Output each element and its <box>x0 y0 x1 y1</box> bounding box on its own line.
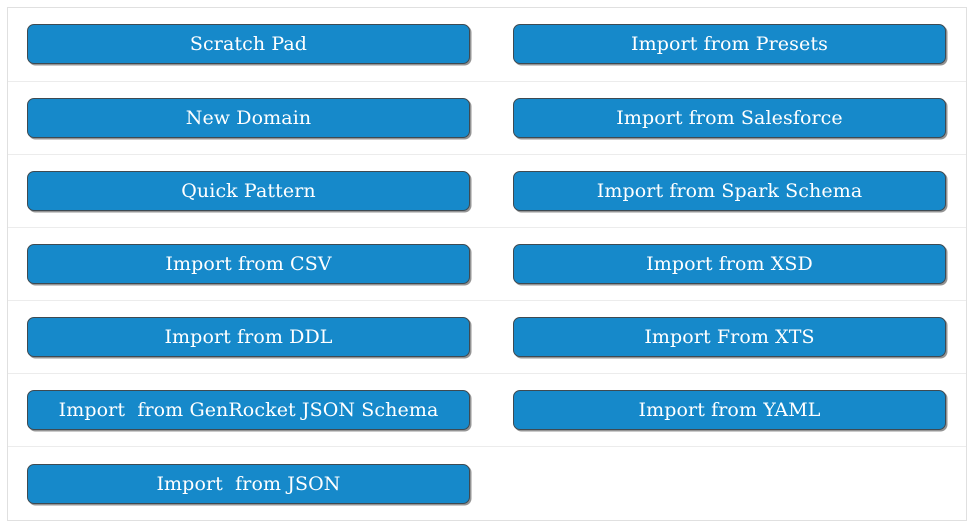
import-from-salesforce-button[interactable]: Import from Salesforce <box>513 97 946 138</box>
cell-inner: Import from Salesforce <box>487 97 966 138</box>
table-row: Import from DDL Import From XTS <box>8 300 966 375</box>
import-from-csv-button[interactable]: Import from CSV <box>27 243 470 284</box>
table-row: Scratch Pad Import from Presets <box>8 8 966 82</box>
grid-cell-left: Quick Pattern <box>8 154 487 228</box>
table-row: Quick Pattern Import from Spark Schema <box>8 154 966 228</box>
cell-inner <box>487 464 966 504</box>
grid-cell-left: Scratch Pad <box>8 8 487 82</box>
import-from-spark-schema-button[interactable]: Import from Spark Schema <box>513 170 946 211</box>
table-row: Import from GenRocket JSON Schema Import… <box>8 373 966 448</box>
import-from-yaml-button[interactable]: Import from YAML <box>513 390 946 431</box>
scratch-pad-button[interactable]: Scratch Pad <box>27 24 470 65</box>
import-from-xts-button[interactable]: Import From XTS <box>513 317 946 358</box>
cell-inner: Import from Presets <box>487 24 966 65</box>
cell-inner: Import from JSON <box>8 463 487 504</box>
grid-cell-right: Import from Presets <box>487 8 966 82</box>
action-button-panel: Scratch Pad Import from Presets New Doma… <box>7 7 967 521</box>
grid-cell-right: Import from Spark Schema <box>487 154 966 228</box>
grid-cell-right: Import from XSD <box>487 227 966 302</box>
action-button-grid: Scratch Pad Import from Presets New Doma… <box>8 8 966 520</box>
cell-inner: Import from YAML <box>487 390 966 431</box>
cell-inner: Import from XSD <box>487 243 966 284</box>
quick-pattern-button[interactable]: Quick Pattern <box>27 170 470 211</box>
new-domain-button[interactable]: New Domain <box>27 97 470 138</box>
cell-inner: Quick Pattern <box>8 170 487 211</box>
cell-inner: Import from CSV <box>8 243 487 284</box>
table-row: Import from CSV Import from XSD <box>8 227 966 302</box>
cell-inner: Import from GenRocket JSON Schema <box>8 390 487 431</box>
grid-cell-left: Import from CSV <box>8 227 487 302</box>
cell-inner: Import from DDL <box>8 317 487 358</box>
grid-cell-right-empty <box>487 447 966 520</box>
grid-cell-left: Import from JSON <box>8 447 487 520</box>
page-root: Scratch Pad Import from Presets New Doma… <box>0 0 975 529</box>
import-from-xsd-button[interactable]: Import from XSD <box>513 243 946 284</box>
cell-inner: New Domain <box>8 97 487 138</box>
grid-cell-left: Import from GenRocket JSON Schema <box>8 373 487 448</box>
import-from-json-button[interactable]: Import from JSON <box>27 463 470 504</box>
cell-inner: Import from Spark Schema <box>487 170 966 211</box>
import-from-presets-button[interactable]: Import from Presets <box>513 24 946 65</box>
grid-cell-right: Import from Salesforce <box>487 81 966 155</box>
grid-cell-right: Import From XTS <box>487 300 966 375</box>
table-row: Import from JSON <box>8 447 966 520</box>
grid-cell-right: Import from YAML <box>487 373 966 448</box>
table-row: New Domain Import from Salesforce <box>8 81 966 155</box>
cell-inner: Import From XTS <box>487 317 966 358</box>
import-from-genrocket-json-schema-button[interactable]: Import from GenRocket JSON Schema <box>27 390 470 431</box>
import-from-ddl-button[interactable]: Import from DDL <box>27 317 470 358</box>
grid-cell-left: New Domain <box>8 81 487 155</box>
cell-inner: Scratch Pad <box>8 24 487 65</box>
grid-cell-left: Import from DDL <box>8 300 487 375</box>
